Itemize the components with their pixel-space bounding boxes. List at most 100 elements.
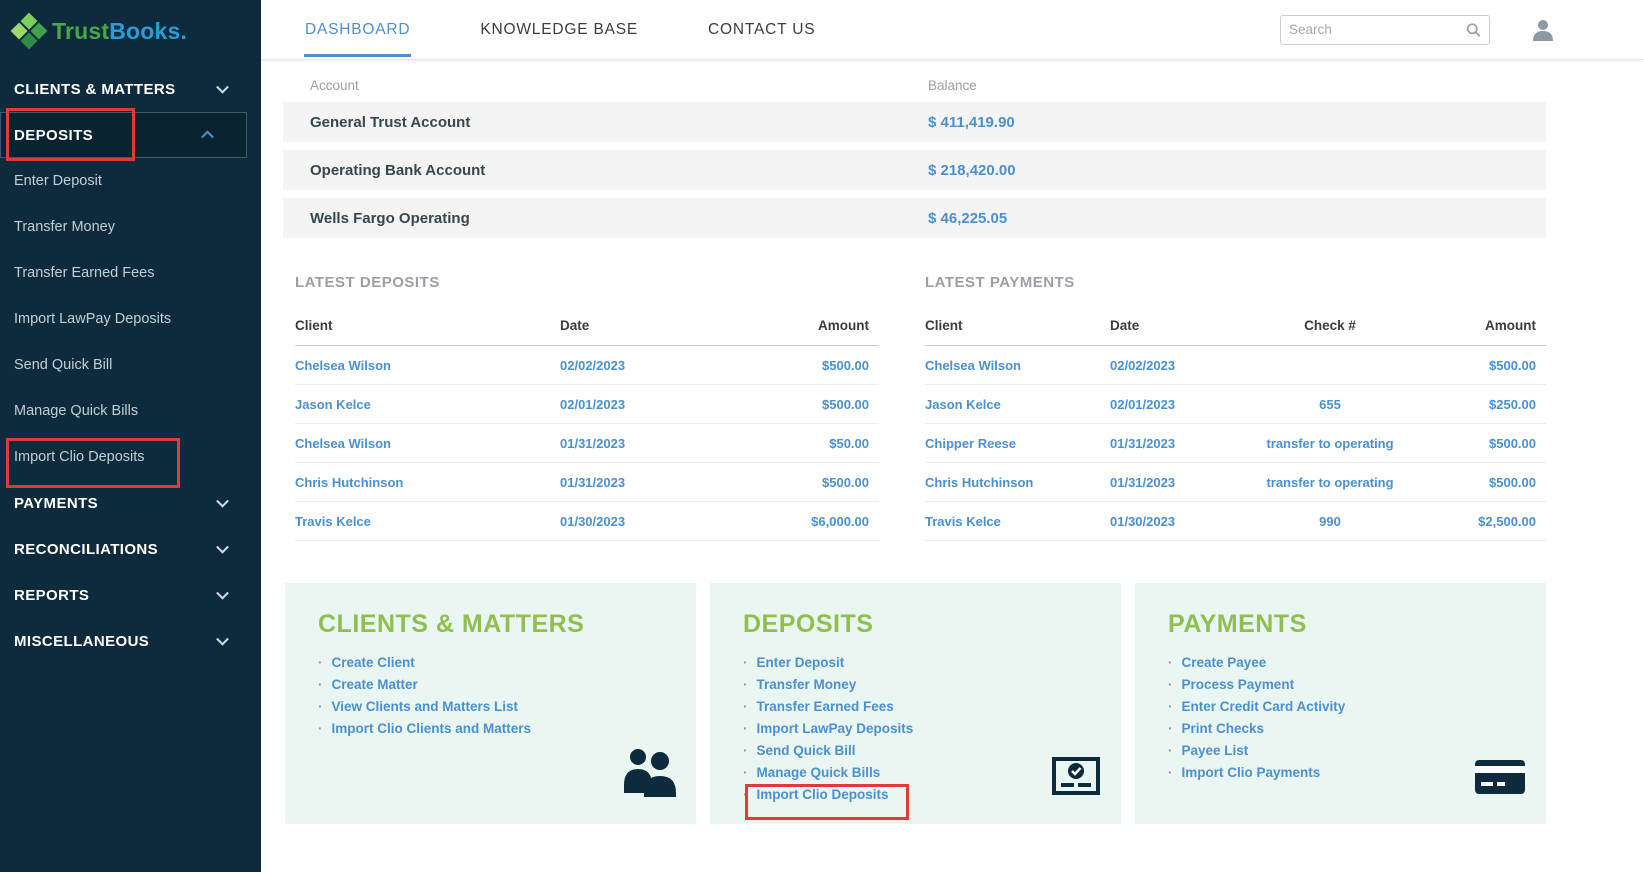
deposit-row[interactable]: Travis Kelce 01/30/2023 $6,000.00 [295, 502, 879, 541]
payments-table-header: Client Date Check # Amount [925, 306, 1546, 346]
user-menu-button[interactable] [1530, 17, 1556, 43]
link-import-lawpay-deposits[interactable]: Import LawPay Deposits [757, 718, 914, 740]
card-link-item: Create Payee [1168, 652, 1526, 674]
deposit-amount: $500.00 [822, 396, 869, 412]
client-link[interactable]: Chipper Reese [925, 436, 1110, 451]
user-icon [1533, 19, 1553, 41]
deposit-amount: $500.00 [822, 474, 869, 490]
card-clients-matters: CLIENTS & MATTERS Create Client Create M… [285, 583, 696, 824]
sidebar-item-label: Transfer Earned Fees [14, 265, 155, 281]
sidebar-item-label: Transfer Money [14, 219, 115, 235]
sidebar-item-label: Import LawPay Deposits [14, 311, 172, 327]
sidebar-item-miscellaneous[interactable]: MISCELLANEOUS [0, 618, 261, 664]
link-payee-list[interactable]: Payee List [1182, 740, 1249, 762]
sidebar-item-label: PAYMENTS [14, 494, 99, 512]
sidebar-item-deposits[interactable]: DEPOSITS [0, 112, 247, 158]
card-link-item: Import LawPay Deposits [743, 718, 1101, 740]
card-link-list: Create Payee Process Payment Enter Credi… [1168, 652, 1526, 784]
card-link-item: Create Client [318, 652, 676, 674]
search-input[interactable] [1289, 22, 1466, 37]
sidebar-item-clients-matters[interactable]: CLIENTS & MATTERS [0, 66, 261, 112]
deposit-row[interactable]: Jason Kelce 02/01/2023 $500.00 [295, 385, 879, 424]
client-link[interactable]: Jason Kelce [295, 397, 560, 412]
sidebar-item-payments[interactable]: PAYMENTS [0, 480, 261, 526]
payment-date: 01/30/2023 [1110, 513, 1176, 529]
payment-amount: $250.00 [1489, 396, 1536, 412]
search-icon[interactable] [1466, 21, 1481, 39]
payment-date: 02/02/2023 [1110, 357, 1176, 373]
account-balance: $ 411,419.90 [928, 113, 1015, 131]
latest-payments-panel: LATEST PAYMENTS Client Date Check # Amou… [925, 274, 1546, 541]
sidebar-item-send-quick-bill[interactable]: Send Quick Bill [0, 342, 261, 388]
link-manage-quick-bills[interactable]: Manage Quick Bills [757, 762, 881, 784]
link-view-clients-matters-list[interactable]: View Clients and Matters List [332, 696, 519, 718]
sidebar-item-reports[interactable]: REPORTS [0, 572, 261, 618]
sidebar-item-manage-quick-bills[interactable]: Manage Quick Bills [0, 388, 261, 434]
deposit-row[interactable]: Chris Hutchinson 01/31/2023 $500.00 [295, 463, 879, 502]
client-link[interactable]: Travis Kelce [925, 514, 1110, 529]
sidebar-item-import-clio-deposits[interactable]: Import Clio Deposits [0, 434, 261, 480]
client-link[interactable]: Travis Kelce [295, 514, 560, 529]
account-row[interactable]: Wells Fargo Operating $ 46,225.05 [283, 198, 1546, 238]
client-link[interactable]: Chris Hutchinson [925, 475, 1110, 490]
link-send-quick-bill[interactable]: Send Quick Bill [757, 740, 856, 762]
link-enter-credit-card-activity[interactable]: Enter Credit Card Activity [1182, 696, 1346, 718]
client-link[interactable]: Chelsea Wilson [295, 358, 560, 373]
sidebar-item-transfer-money[interactable]: Transfer Money [0, 204, 261, 250]
sidebar-item-label: Enter Deposit [14, 173, 102, 189]
payment-row[interactable]: Chipper Reese 01/31/2023 transfer to ope… [925, 424, 1546, 463]
link-create-payee[interactable]: Create Payee [1182, 652, 1267, 674]
card-link-item: Import Clio Clients and Matters [318, 718, 676, 740]
column-header-check: Check # [1304, 318, 1356, 333]
deposit-row[interactable]: Chelsea Wilson 02/02/2023 $500.00 [295, 346, 879, 385]
payment-check-number: 990 [1319, 513, 1341, 529]
payment-row[interactable]: Chelsea Wilson 02/02/2023 $500.00 [925, 346, 1546, 385]
account-balance: $ 218,420.00 [928, 161, 1016, 179]
payment-amount: $500.00 [1489, 474, 1536, 490]
sidebar-item-enter-deposit[interactable]: Enter Deposit [0, 158, 261, 204]
sidebar-item-import-lawpay-deposits[interactable]: Import LawPay Deposits [0, 296, 261, 342]
account-row[interactable]: Operating Bank Account $ 218,420.00 [283, 150, 1546, 190]
link-import-clio-deposits[interactable]: Import Clio Deposits [757, 784, 889, 806]
account-name: Wells Fargo Operating [310, 209, 470, 227]
payment-row[interactable]: Chris Hutchinson 01/31/2023 transfer to … [925, 463, 1546, 502]
account-name: General Trust Account [310, 113, 471, 131]
account-row[interactable]: General Trust Account $ 411,419.90 [283, 102, 1546, 142]
tab-knowledge-base[interactable]: KNOWLEDGE BASE [479, 2, 639, 57]
payment-row[interactable]: Travis Kelce 01/30/2023 990 $2,500.00 [925, 502, 1546, 541]
client-link[interactable]: Chelsea Wilson [925, 358, 1110, 373]
column-header-client: Client [295, 318, 333, 333]
search-box[interactable] [1280, 14, 1490, 45]
link-create-client[interactable]: Create Client [332, 652, 415, 674]
link-transfer-earned-fees[interactable]: Transfer Earned Fees [757, 696, 894, 718]
payment-check-number: transfer to operating [1266, 435, 1394, 451]
link-create-matter[interactable]: Create Matter [332, 674, 418, 696]
trustbooks-logo[interactable]: TrustBooks. [0, 0, 261, 62]
card-title: CLIENTS & MATTERS [318, 610, 585, 638]
client-link[interactable]: Chris Hutchinson [295, 475, 560, 490]
tab-contact-us[interactable]: CONTACT US [707, 2, 816, 57]
card-link-item: Import Clio Payments [1168, 762, 1526, 784]
link-process-payment[interactable]: Process Payment [1182, 674, 1295, 696]
client-link[interactable]: Jason Kelce [925, 397, 1110, 412]
link-import-clio-payments[interactable]: Import Clio Payments [1182, 762, 1321, 784]
link-import-clio-clients-matters[interactable]: Import Clio Clients and Matters [332, 718, 532, 740]
chevron-down-icon [216, 632, 229, 646]
payment-row[interactable]: Jason Kelce 02/01/2023 655 $250.00 [925, 385, 1546, 424]
link-transfer-money[interactable]: Transfer Money [757, 674, 857, 696]
latest-deposits-title: LATEST DEPOSITS [295, 274, 440, 291]
tab-dashboard[interactable]: DASHBOARD [304, 2, 412, 57]
link-enter-deposit[interactable]: Enter Deposit [757, 652, 845, 674]
card-title: DEPOSITS [743, 610, 874, 638]
link-print-checks[interactable]: Print Checks [1182, 718, 1265, 740]
deposit-date: 01/31/2023 [560, 435, 626, 451]
dashboard-content: Account Balance General Trust Account $ … [261, 68, 1546, 824]
account-name: Operating Bank Account [310, 161, 486, 179]
client-link[interactable]: Chelsea Wilson [295, 436, 560, 451]
deposit-row[interactable]: Chelsea Wilson 01/31/2023 $50.00 [295, 424, 879, 463]
logo-text: TrustBooks. [52, 17, 188, 44]
sidebar-item-transfer-earned-fees[interactable]: Transfer Earned Fees [0, 250, 261, 296]
chevron-down-icon [216, 494, 229, 508]
card-link-item: Transfer Money [743, 674, 1101, 696]
sidebar-item-reconciliations[interactable]: RECONCILIATIONS [0, 526, 261, 572]
